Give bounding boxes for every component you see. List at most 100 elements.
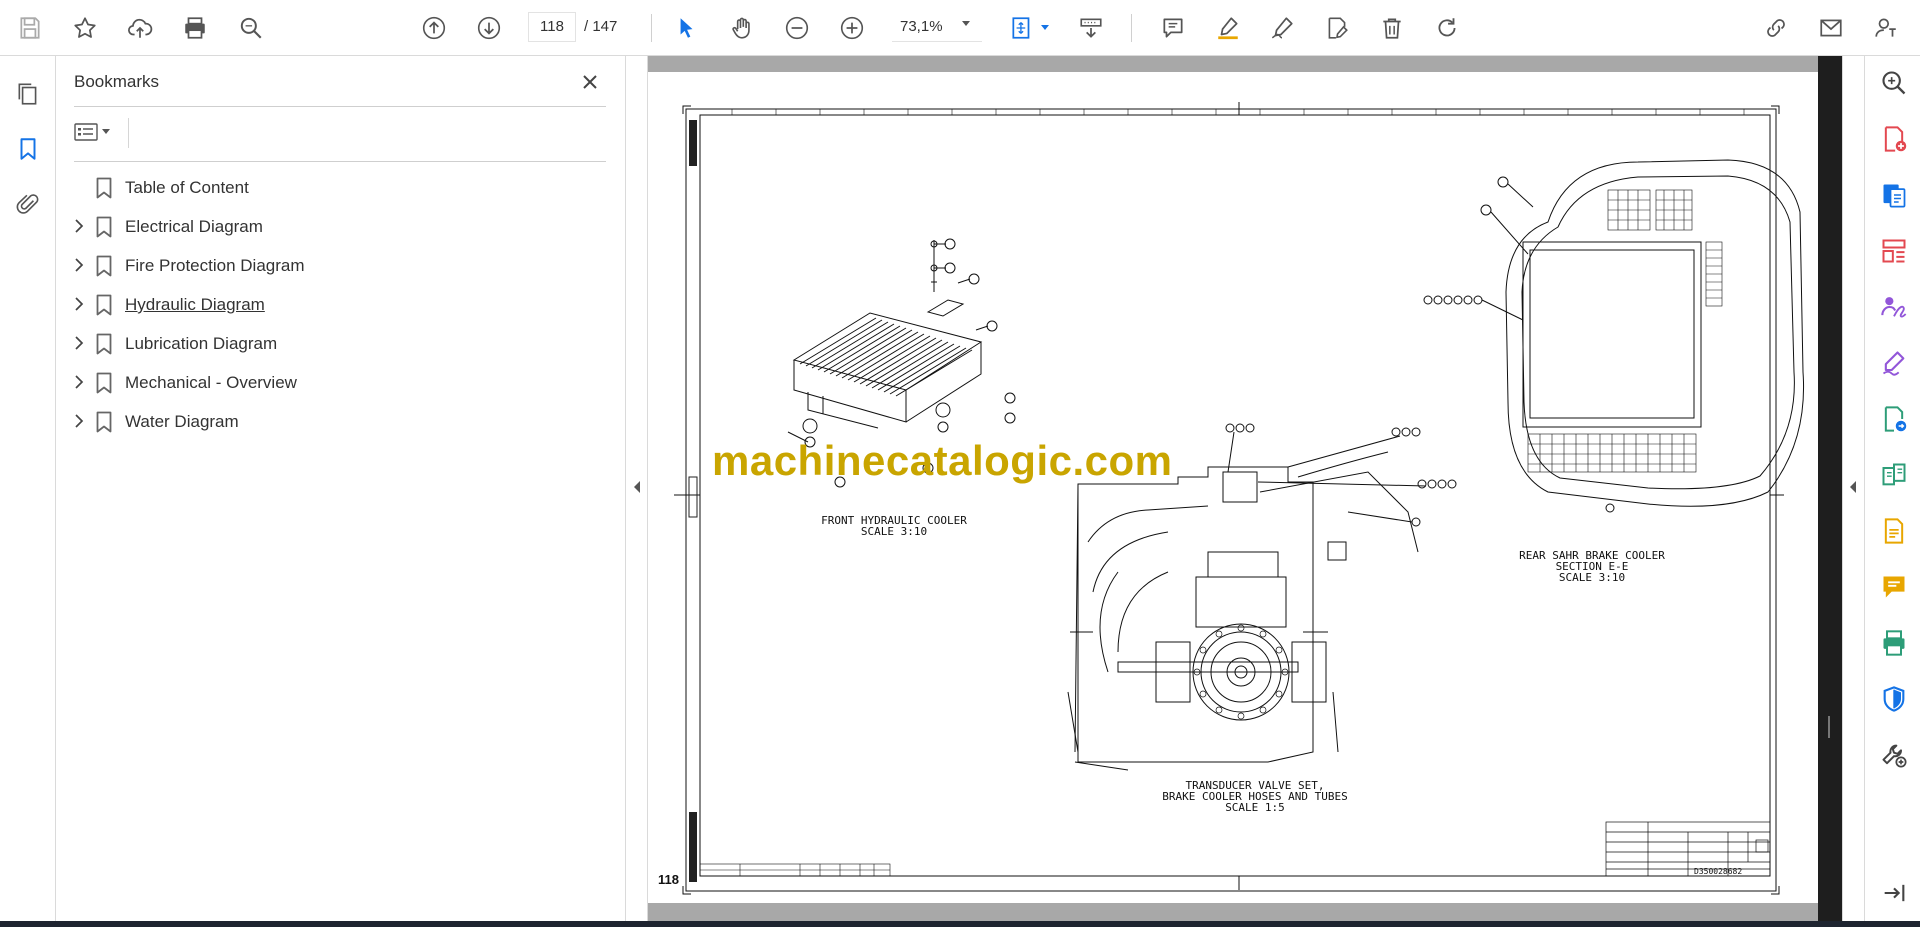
edit-text-icon[interactable] [1319, 10, 1355, 46]
bookmark-icon [96, 372, 112, 394]
page-number-label: 118 [658, 872, 679, 887]
document-viewport[interactable]: FRONT HYDRAULIC COOLER SCALE 3:10 REAR S… [648, 56, 1818, 921]
bookmark-item-electrical-diagram[interactable]: Electrical Diagram [56, 207, 626, 246]
expand-panel-icon[interactable] [1848, 480, 1858, 494]
left-navigation-rail [0, 56, 56, 921]
close-icon[interactable] [576, 68, 604, 96]
panel-divider [74, 161, 606, 162]
front-cooler-scale: SCALE 3:10 [861, 525, 927, 538]
chevron-down-icon [102, 129, 110, 134]
select-cursor-icon[interactable] [668, 10, 704, 46]
create-pdf-icon[interactable] [1877, 122, 1911, 156]
collapse-panel-icon[interactable] [632, 480, 642, 494]
collapse-tools-icon[interactable] [1877, 876, 1911, 910]
star-icon[interactable] [67, 10, 103, 46]
bookmark-icon [96, 333, 112, 355]
previous-page-icon[interactable] [416, 10, 452, 46]
chevron-right-icon[interactable] [72, 258, 86, 272]
bookmark-item-hydraulic-diagram[interactable]: Hydraulic Diagram [56, 285, 626, 324]
organize-pages-icon[interactable] [1877, 234, 1911, 268]
bookmark-icon [96, 255, 112, 277]
fill-sign-icon[interactable] [1877, 346, 1911, 380]
request-signature-icon[interactable] [1877, 290, 1911, 324]
bookmark-options-button[interactable] [74, 118, 120, 146]
bookmarks-panel: Bookmarks Table of Content Electrical Di… [56, 56, 626, 921]
bookmark-item-lubrication-diagram[interactable]: Lubrication Diagram [56, 324, 626, 363]
draw-pen-icon[interactable] [1264, 10, 1300, 46]
rear-brake-cooler-drawing [1423, 159, 1805, 513]
protect-icon[interactable] [1877, 682, 1911, 716]
bookmark-item-water-diagram[interactable]: Water Diagram [56, 402, 626, 441]
bookmark-icon [96, 294, 112, 316]
bookmark-icon [96, 177, 112, 199]
zoom-search-icon[interactable] [1877, 66, 1911, 100]
comment-tool-icon[interactable] [1877, 570, 1911, 604]
send-for-review-icon[interactable] [1877, 402, 1911, 436]
rear-cooler-scale: SCALE 3:10 [1559, 571, 1625, 584]
bookmark-panel-icon[interactable] [10, 131, 46, 167]
zoom-out-icon[interactable] [779, 10, 815, 46]
page-thumbnails-icon[interactable] [10, 76, 46, 112]
right-panel-splitter[interactable] [1842, 56, 1864, 921]
email-icon[interactable] [1813, 10, 1849, 46]
export-pdf-icon[interactable] [1877, 178, 1911, 212]
bookmark-icon [96, 216, 112, 238]
page-gap-top [648, 56, 1818, 72]
bookmark-icon [96, 411, 112, 433]
main-toolbar: 118 / 147 73,1% [0, 0, 1920, 56]
bookmark-label: Electrical Diagram [125, 217, 263, 236]
page-total-label: / 147 [584, 18, 618, 35]
chevron-right-icon[interactable] [72, 414, 86, 428]
rotate-icon[interactable] [1429, 10, 1465, 46]
highlight-icon[interactable] [1210, 10, 1246, 46]
engineering-drawing: FRONT HYDRAULIC COOLER SCALE 3:10 REAR S… [674, 102, 1805, 895]
scan-ocr-icon[interactable] [1877, 514, 1911, 548]
compare-files-icon[interactable] [1877, 458, 1911, 492]
bookmark-item-table-of-content[interactable]: Table of Content [56, 168, 626, 207]
next-page-icon[interactable] [471, 10, 507, 46]
print-icon[interactable] [177, 10, 213, 46]
bookmark-list: Table of Content Electrical Diagram Fire… [56, 168, 626, 441]
chevron-right-icon[interactable] [72, 375, 86, 389]
title-block [1605, 821, 1771, 877]
chevron-right-icon[interactable] [72, 336, 86, 350]
save-icon[interactable] [12, 10, 48, 46]
bookmark-label: Water Diagram [125, 412, 239, 431]
search-icon[interactable] [233, 10, 269, 46]
cloud-upload-icon[interactable] [122, 10, 158, 46]
parts-list-table [699, 863, 891, 877]
bookmark-label: Table of Content [125, 178, 249, 197]
scroll-mode-icon[interactable] [1073, 10, 1109, 46]
share-link-icon[interactable] [1758, 10, 1794, 46]
transducer-scale: SCALE 1:5 [1225, 801, 1285, 814]
tools-rail [1864, 56, 1920, 921]
chevron-down-icon[interactable] [1040, 24, 1050, 32]
zoom-in-icon[interactable] [834, 10, 870, 46]
chevron-right-icon[interactable] [72, 219, 86, 233]
bookmark-label: Mechanical - Overview [125, 373, 297, 392]
page-gap-bottom [648, 903, 1818, 921]
print-production-icon[interactable] [1877, 626, 1911, 660]
bookmark-item-fire-protection-diagram[interactable]: Fire Protection Diagram [56, 246, 626, 285]
bookmarks-panel-title: Bookmarks [74, 72, 160, 91]
options-divider [128, 118, 129, 148]
toolbar-divider [651, 14, 652, 42]
page-number-input[interactable]: 118 [528, 12, 576, 42]
delete-icon[interactable] [1374, 10, 1410, 46]
page-fit-icon[interactable] [1004, 10, 1040, 46]
pdf-page[interactable]: FRONT HYDRAULIC COOLER SCALE 3:10 REAR S… [648, 72, 1818, 903]
panel-divider [74, 106, 606, 107]
comment-icon[interactable] [1155, 10, 1191, 46]
chevron-down-icon[interactable] [961, 20, 971, 28]
vertical-scrollbar[interactable] [1828, 716, 1830, 738]
hand-tool-icon[interactable] [724, 10, 760, 46]
attachment-icon[interactable] [10, 186, 46, 222]
bookmark-item-mechanical-overview[interactable]: Mechanical - Overview [56, 363, 626, 402]
chevron-right-icon[interactable] [72, 297, 86, 311]
list-options-icon [74, 123, 98, 141]
panel-splitter[interactable] [626, 56, 648, 921]
more-tools-icon[interactable] [1877, 738, 1911, 772]
account-icon[interactable] [1868, 10, 1904, 46]
drawing-number: D350028682 [1694, 867, 1742, 876]
bookmark-label: Fire Protection Diagram [125, 256, 305, 275]
